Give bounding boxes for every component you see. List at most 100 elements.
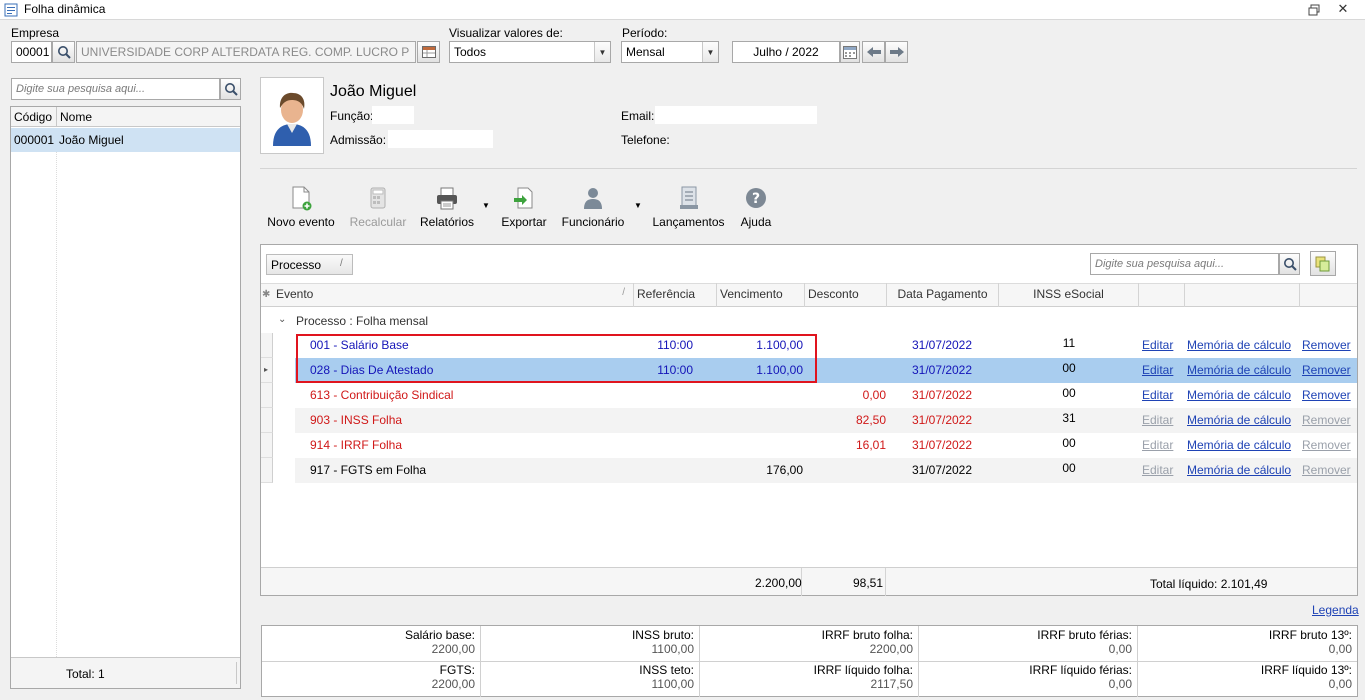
inss-bruto-cell: INSS bruto: 1100,00 <box>481 626 700 662</box>
funcionario-dropdown-icon[interactable]: ▼ <box>634 201 642 210</box>
total-vencimento: 2.200,00 <box>755 576 802 590</box>
editar-link[interactable]: Editar <box>1142 463 1173 477</box>
row-indicator-icon: ✱ <box>262 289 271 300</box>
table-row[interactable]: 613 - Contribuição Sindical 0,00 31/07/202… <box>261 383 1357 408</box>
irrf-liquido-folha-cell: IRRF líquido folha: 2117,50 <box>700 661 919 697</box>
memoria-link[interactable]: Memória de cálculo <box>1187 413 1291 427</box>
restore-icon[interactable] <box>1307 3 1321 17</box>
divider <box>56 107 57 127</box>
remover-link[interactable]: Remover <box>1302 463 1351 477</box>
memoria-link[interactable]: Memória de cálculo <box>1187 388 1291 402</box>
grid-search-button[interactable] <box>1279 253 1300 275</box>
employee-search-input[interactable]: Digite sua pesquisa aqui... <box>11 78 220 100</box>
evento-cell: 914 - IRRF Folha <box>310 438 403 452</box>
remover-link[interactable]: Remover <box>1302 388 1351 402</box>
arrow-right-icon <box>889 47 904 57</box>
next-period-button[interactable] <box>885 41 908 63</box>
funcionario-button[interactable]: Funcionário <box>559 185 627 229</box>
evento-cell: 613 - Contribuição Sindical <box>310 388 454 402</box>
title-bar: Folha dinâmica ✕ <box>0 0 1365 20</box>
relatorios-dropdown-icon[interactable]: ▼ <box>482 201 490 210</box>
document-list-icon <box>677 185 701 211</box>
calendar-button[interactable] <box>840 41 860 63</box>
inss-cell: 00 <box>1062 361 1076 375</box>
remover-link[interactable]: Remover <box>1302 363 1351 377</box>
editar-link[interactable]: Editar <box>1142 388 1173 402</box>
row-selector[interactable] <box>261 458 273 483</box>
editar-link[interactable]: Editar <box>1142 413 1173 427</box>
memoria-link[interactable]: Memória de cálculo <box>1187 463 1291 477</box>
table-row[interactable]: 903 - INSS Folha 82,50 31/07/2022 31 Editar M… <box>261 408 1357 433</box>
funcao-label: Função: <box>330 109 374 123</box>
exportar-button[interactable]: Exportar <box>500 185 548 229</box>
col-codigo[interactable]: Código <box>14 110 52 124</box>
col-data-pagamento[interactable]: Data Pagamento <box>887 283 999 307</box>
data-pagamento-cell: 31/07/2022 <box>911 363 973 377</box>
recalcular-button[interactable]: Recalcular <box>349 185 407 229</box>
employee-list-header: Código Nome <box>11 107 240 127</box>
novo-evento-button[interactable]: Novo evento <box>266 185 336 229</box>
editar-link[interactable]: Editar <box>1142 363 1173 377</box>
empresa-search-button[interactable] <box>52 41 75 63</box>
svg-text:?: ? <box>752 191 760 207</box>
empresa-details-button[interactable] <box>417 41 440 63</box>
row-selector[interactable]: ▸ <box>261 358 273 383</box>
collapse-icon[interactable]: ⌄ <box>278 314 286 325</box>
remover-link[interactable]: Remover <box>1302 438 1351 452</box>
sort-icon: / <box>340 258 343 269</box>
remover-link[interactable]: Remover <box>1302 413 1351 427</box>
help-icon: ? <box>744 185 768 211</box>
total-desconto: 98,51 <box>853 576 884 590</box>
month-field[interactable]: Julho / 2022 <box>732 41 840 63</box>
group-by-label: Processo <box>271 258 322 272</box>
grid-search-input[interactable]: Digite sua pesquisa aqui... <box>1090 253 1279 275</box>
remover-link[interactable]: Remover <box>1302 338 1351 352</box>
periodo-select[interactable]: Mensal ▼ <box>621 41 719 63</box>
col-inss-esocial[interactable]: INSS eSocial <box>999 283 1139 307</box>
visualizar-select[interactable]: Todos ▼ <box>449 41 611 63</box>
legenda-link[interactable]: Legenda <box>1312 603 1359 617</box>
lancamentos-button[interactable]: Lançamentos <box>651 185 726 229</box>
person-icon <box>581 185 605 211</box>
row-selector[interactable] <box>261 333 273 358</box>
group-by-processo-button[interactable]: Processo / <box>266 254 353 275</box>
new-document-icon <box>289 185 313 211</box>
relatorios-button[interactable]: Relatórios <box>419 185 475 229</box>
previous-period-button[interactable] <box>862 41 885 63</box>
ajuda-label: Ajuda <box>740 215 772 229</box>
memoria-link[interactable]: Memória de cálculo <box>1187 438 1291 452</box>
divider <box>56 152 57 657</box>
table-row[interactable]: 917 - FGTS em Folha 176,00 31/07/2022 00 Edi… <box>261 458 1357 483</box>
total-label: Total: 1 <box>66 667 105 681</box>
employee-list-footer: Total: 1 <box>11 657 240 688</box>
total-liquido: Total líquido: 2.101,49 <box>1150 577 1268 591</box>
editar-link[interactable]: Editar <box>1142 438 1173 452</box>
lancamentos-label: Lançamentos <box>652 215 725 229</box>
memoria-link[interactable]: Memória de cálculo <box>1187 363 1291 377</box>
empresa-name-field: UNIVERSIDADE CORP ALTERDATA REG. COMP. L… <box>76 41 416 63</box>
col-desconto[interactable]: Desconto <box>805 283 887 307</box>
col-evento[interactable]: Evento / <box>273 283 634 307</box>
row-nome: João Miguel <box>59 133 124 147</box>
row-selector[interactable] <box>261 433 273 458</box>
employee-search-button[interactable] <box>220 78 241 100</box>
data-pagamento-cell: 31/07/2022 <box>911 438 973 452</box>
fgts-cell: FGTS: 2200,00 <box>262 661 481 697</box>
table-row[interactable]: 914 - IRRF Folha 16,01 31/07/2022 00 Editar M… <box>261 433 1357 458</box>
col-vencimento[interactable]: Vencimento <box>717 283 805 307</box>
empresa-code-field[interactable]: 00001 <box>11 41 52 63</box>
periodo-value: Mensal <box>626 45 665 59</box>
col-nome[interactable]: Nome <box>60 110 92 124</box>
inss-cell: 31 <box>1062 411 1076 425</box>
memoria-link[interactable]: Memória de cálculo <box>1187 338 1291 352</box>
evento-cell: 917 - FGTS em Folha <box>310 463 427 477</box>
ajuda-button[interactable]: ? Ajuda <box>738 185 774 229</box>
editar-link[interactable]: Editar <box>1142 338 1173 352</box>
export-grid-button[interactable] <box>1310 251 1336 276</box>
row-selector[interactable] <box>261 383 273 408</box>
close-icon[interactable]: ✕ <box>1336 2 1350 16</box>
row-selector[interactable] <box>261 408 273 433</box>
irrf-bruto-ferias-cell: IRRF bruto férias: 0,00 <box>919 626 1138 662</box>
col-referencia[interactable]: Referência <box>634 283 717 307</box>
table-row[interactable]: 000001 João Miguel <box>11 128 240 152</box>
